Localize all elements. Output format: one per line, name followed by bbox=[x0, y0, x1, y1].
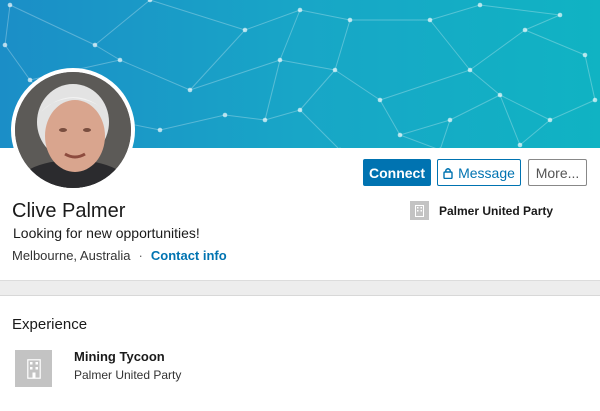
profile-name: Clive Palmer bbox=[12, 200, 126, 222]
more-label: More... bbox=[535, 164, 580, 181]
section-divider bbox=[0, 280, 600, 296]
location-row: Melbourne, Australia · Contact info bbox=[12, 248, 227, 263]
connect-button[interactable]: Connect bbox=[363, 159, 431, 186]
contact-info-link[interactable]: Contact info bbox=[151, 248, 227, 263]
profile-photo bbox=[15, 72, 131, 188]
building-icon[interactable] bbox=[410, 201, 429, 220]
building-icon[interactable] bbox=[15, 350, 52, 387]
experience-role[interactable]: Mining Tycoon bbox=[74, 349, 165, 364]
message-button[interactable]: Message bbox=[437, 159, 521, 186]
avatar[interactable] bbox=[11, 68, 135, 192]
current-company-name[interactable]: Palmer United Party bbox=[439, 204, 553, 218]
message-label: Message bbox=[458, 164, 515, 181]
connect-label: Connect bbox=[369, 164, 425, 181]
profile-headline: Looking for new opportunities! bbox=[13, 225, 200, 241]
profile-location: Melbourne, Australia bbox=[12, 248, 131, 263]
more-button[interactable]: More... bbox=[528, 159, 587, 186]
separator-dot: · bbox=[138, 248, 143, 263]
experience-heading: Experience bbox=[12, 316, 88, 333]
lock-icon bbox=[443, 167, 453, 179]
experience-company: Palmer United Party bbox=[74, 368, 182, 382]
